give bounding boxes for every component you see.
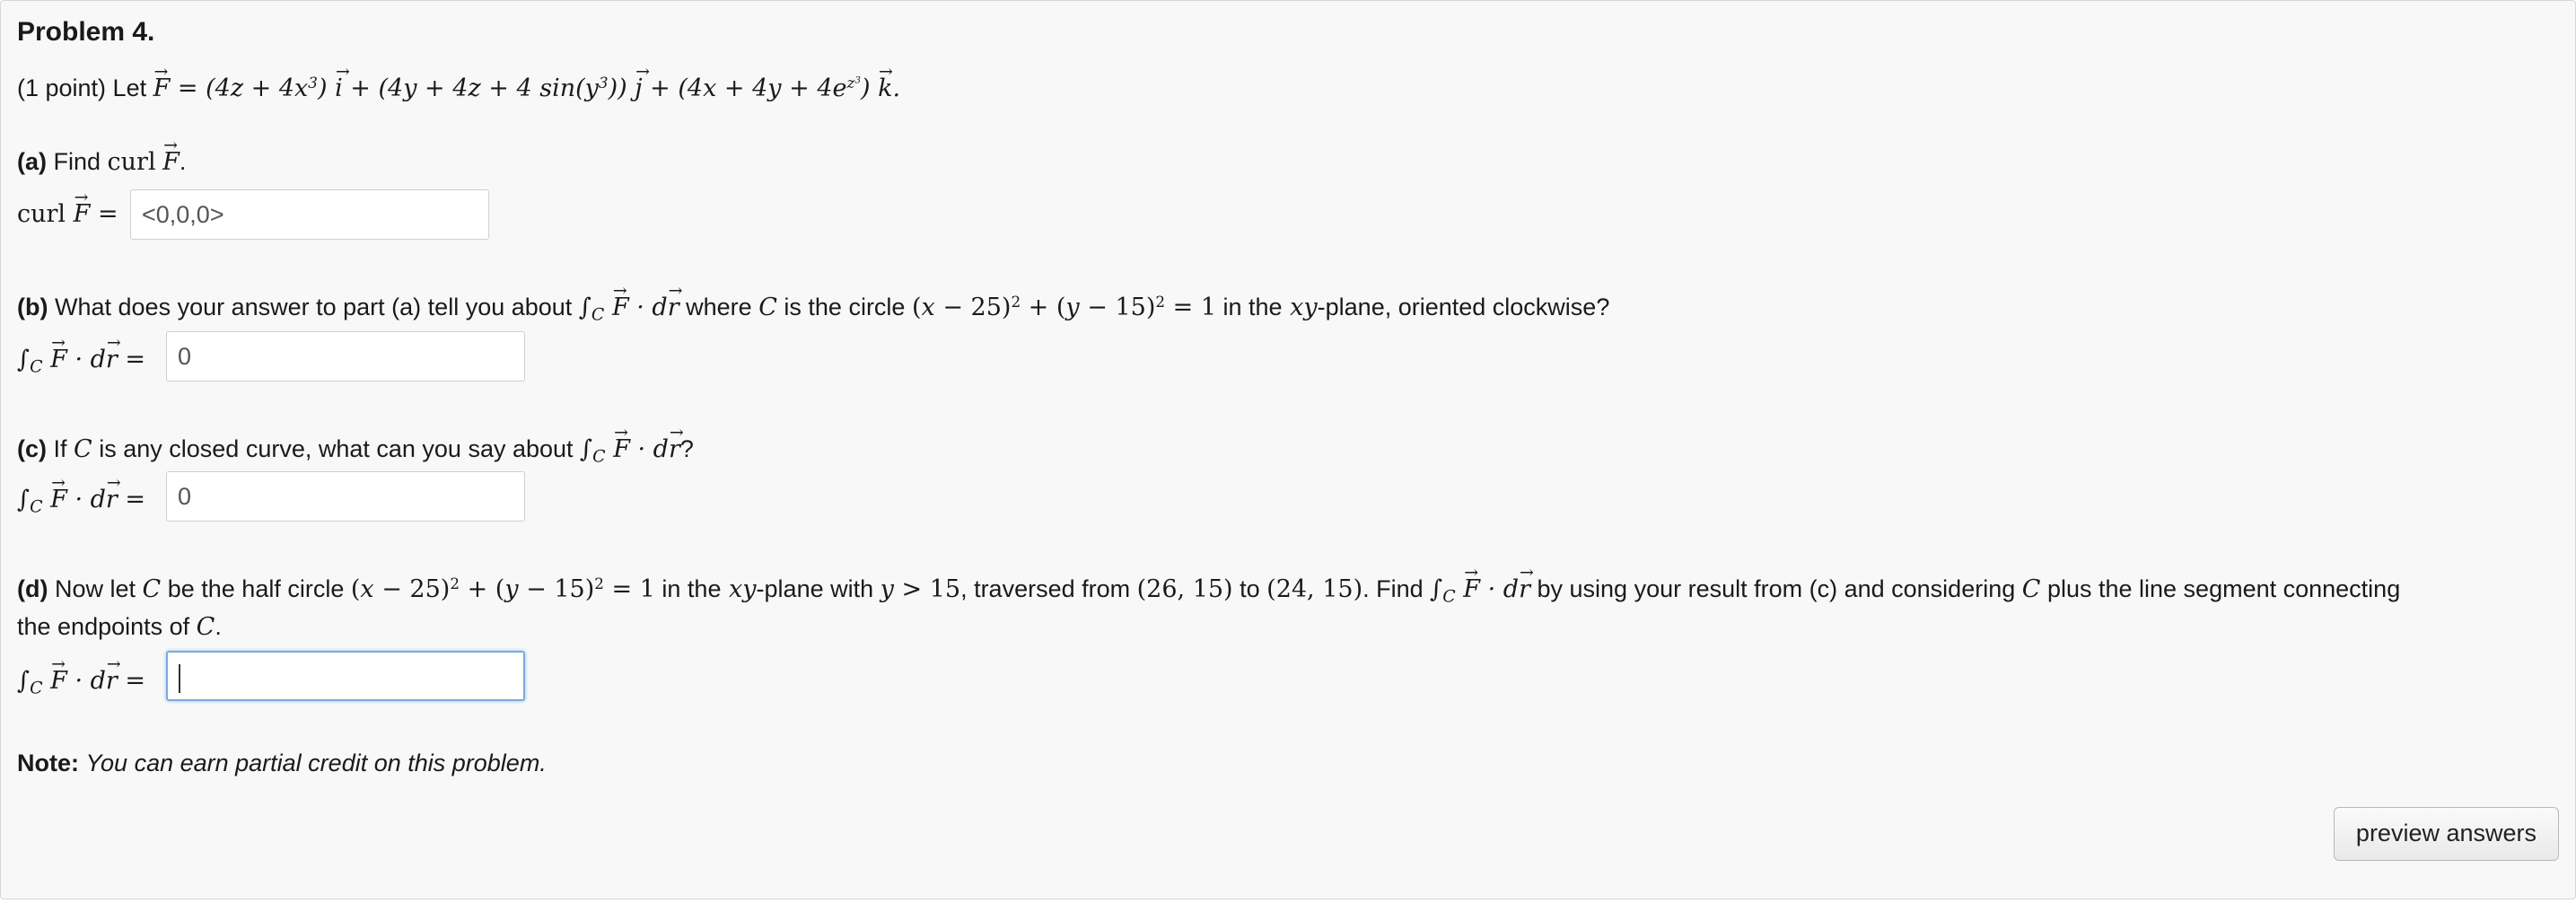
part-b-prompt: (b) What does your answer to part (a) te…	[17, 280, 1610, 325]
part-b-answer-input[interactable]: 0	[166, 331, 525, 381]
note-text: You can earn partial credit on this prob…	[85, 750, 547, 776]
part-a-prompt: (a) Find curl F →.	[17, 135, 187, 176]
part-d-text-8: by using your result from (c) and consid…	[1537, 575, 2016, 602]
part-c-answer-input[interactable]: 0	[166, 471, 525, 522]
part-d-text-10: the endpoints of	[17, 613, 190, 640]
part-c-prompt: (c) If C is any closed curve, what can y…	[17, 422, 694, 467]
part-c-text-1: If	[53, 435, 67, 462]
note-label: Note:	[17, 750, 79, 776]
part-d-lhs: ∫C F → · dr → =	[17, 653, 146, 698]
part-d-prompt: (d) Now let C be the half circle (x − 25…	[17, 562, 2401, 607]
part-d-text-6: to	[1240, 575, 1260, 602]
part-d-text-7: . Find	[1362, 575, 1424, 602]
part-c-label: (c)	[17, 435, 47, 462]
part-c-lhs: ∫C F → · dr → =	[17, 472, 146, 517]
part-b-text-2: where	[686, 294, 752, 320]
problem-title: Problem 4.	[17, 17, 155, 47]
part-d-text-2: be the half circle	[167, 575, 345, 602]
part-d-text-1: Now let	[55, 575, 136, 602]
part-d-text-3: in the	[662, 575, 722, 602]
part-a-lhs: curl F → =	[17, 187, 118, 228]
part-d-text-9: plus the line segment connecting	[2046, 575, 2401, 602]
part-a-text: Find curl F →.	[53, 135, 187, 176]
part-d-answer-input[interactable]	[166, 651, 525, 701]
note: Note: You can earn partial credit on thi…	[17, 750, 547, 777]
intro-prefix: (1 point) Let	[17, 75, 147, 101]
part-d-label: (d)	[17, 575, 48, 602]
part-a-label: (a)	[17, 148, 47, 175]
part-b-label: (b)	[17, 294, 48, 320]
part-b-text-3: is the circle	[784, 294, 906, 320]
problem-statement: (1 point) Let F → = (4z + 4x3) i → + (4y +…	[17, 61, 901, 102]
part-d-text-4: -plane with	[756, 575, 874, 602]
part-b-text-1: What does your answer to part (a) tell y…	[55, 294, 573, 320]
part-c-text-2: is any closed curve, what can you say ab…	[99, 435, 574, 462]
text-caret	[179, 663, 180, 693]
problem-panel: Problem 4. (1 point) Let F → = (4z + 4x3)…	[0, 0, 2576, 899]
vector-field-formula: F → = (4z + 4x3) i → + (4y + 4z + 4 sin(y3…	[153, 61, 901, 102]
part-b-lhs: ∫C F → · dr → =	[17, 332, 146, 377]
part-a-answer-input[interactable]: <0,0,0>	[130, 189, 489, 240]
part-b-text-5: -plane, oriented clockwise?	[1317, 294, 1610, 320]
preview-answers-button[interactable]: preview answers	[2333, 807, 2559, 861]
part-b-text-4: in the	[1222, 294, 1283, 320]
part-d-prompt-cont: the endpoints of C.	[17, 613, 222, 641]
part-d-text-5: , traversed from	[960, 575, 1131, 602]
